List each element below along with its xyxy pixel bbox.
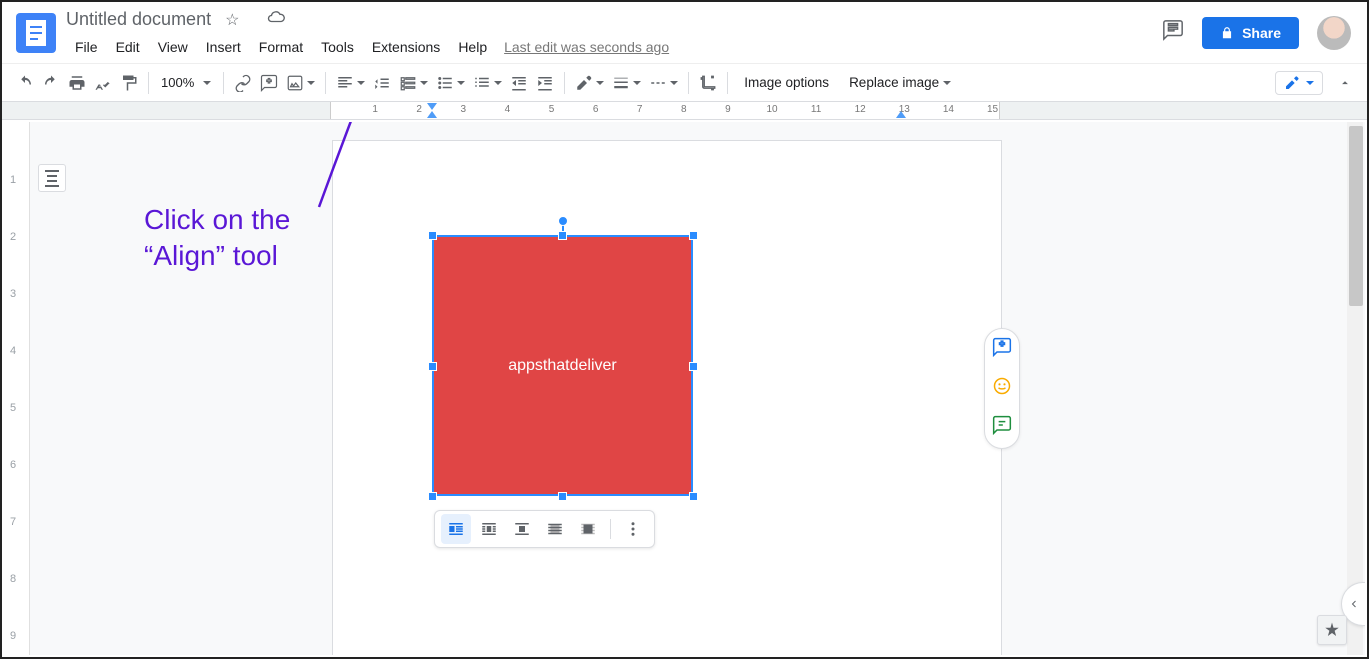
ruler-number: 6 <box>593 104 599 115</box>
vertical-ruler-number: 3 <box>10 288 16 300</box>
resize-handle-n[interactable] <box>558 231 567 240</box>
rotation-handle[interactable] <box>558 216 568 226</box>
vertical-ruler-number: 1 <box>10 174 16 186</box>
menu-view[interactable]: View <box>149 37 197 57</box>
wrap-inline-button[interactable] <box>441 514 471 544</box>
pencil-icon <box>1284 75 1300 91</box>
behind-text-button[interactable] <box>540 514 570 544</box>
ruler-number: 10 <box>766 104 777 115</box>
ruler-number: 8 <box>681 104 687 115</box>
ruler-number: 12 <box>855 104 866 115</box>
document-canvas: 1 2 3 4 5 6 7 8 9 appsthatdeliver <box>4 122 1365 655</box>
menu-format[interactable]: Format <box>250 37 312 57</box>
resize-handle-s[interactable] <box>558 492 567 501</box>
menu-insert[interactable]: Insert <box>197 37 250 57</box>
menu-tools[interactable]: Tools <box>312 37 363 57</box>
ruler-number: 9 <box>725 104 731 115</box>
annotation-arrow <box>284 122 404 222</box>
menu-extensions[interactable]: Extensions <box>363 37 449 57</box>
paint-format-button[interactable] <box>116 69 142 97</box>
menu-bar: File Edit View Insert Format Tools Exten… <box>66 35 1162 59</box>
ruler-number: 7 <box>637 104 643 115</box>
document-title[interactable]: Untitled document <box>66 9 211 30</box>
account-avatar[interactable] <box>1317 16 1351 50</box>
ruler-number: 1 <box>372 104 378 115</box>
image-watermark-text: appsthatdeliver <box>508 357 617 375</box>
cloud-status-icon[interactable] <box>267 8 285 31</box>
ruler-number: 2 <box>416 104 422 115</box>
horizontal-ruler[interactable]: 123456789101112131415 <box>2 102 1367 120</box>
document-outline-button[interactable] <box>38 164 66 192</box>
ruler-number: 5 <box>549 104 555 115</box>
image-more-options-button[interactable] <box>618 514 648 544</box>
increase-indent-button[interactable] <box>532 69 558 97</box>
open-comments-icon[interactable] <box>1162 19 1184 46</box>
ruler-number: 14 <box>943 104 954 115</box>
insert-link-button[interactable] <box>230 69 256 97</box>
last-edit-link[interactable]: Last edit was seconds ago <box>504 39 669 55</box>
ruler-number: 11 <box>811 104 821 115</box>
spellcheck-button[interactable] <box>90 69 116 97</box>
break-text-button[interactable] <box>507 514 537 544</box>
print-button[interactable] <box>64 69 90 97</box>
resize-handle-se[interactable] <box>689 492 698 501</box>
insert-image-button[interactable] <box>282 69 319 97</box>
collapse-toolbar-button[interactable] <box>1333 71 1357 95</box>
vertical-ruler-number: 4 <box>10 345 16 357</box>
vertical-ruler[interactable]: 1 2 3 4 5 6 7 8 9 <box>4 122 30 655</box>
editing-mode-button[interactable] <box>1275 71 1323 95</box>
vertical-ruler-number: 6 <box>10 459 16 471</box>
ruler-number: 4 <box>505 104 511 115</box>
selected-image[interactable]: appsthatdeliver <box>434 237 691 494</box>
checklist-button[interactable] <box>395 69 432 97</box>
numbered-list-button[interactable] <box>469 69 506 97</box>
vertical-ruler-number: 2 <box>10 231 16 243</box>
vertical-scrollbar-thumb[interactable] <box>1349 126 1363 306</box>
in-front-text-button[interactable] <box>573 514 603 544</box>
ruler-number: 3 <box>461 104 467 115</box>
ruler-number: 15 <box>987 104 998 115</box>
redo-button[interactable] <box>38 69 64 97</box>
docs-logo-icon[interactable] <box>16 13 56 53</box>
suggest-edits-icon[interactable] <box>992 415 1012 440</box>
crop-image-button[interactable] <box>695 69 721 97</box>
menu-help[interactable]: Help <box>449 37 496 57</box>
line-spacing-button[interactable] <box>369 69 395 97</box>
replace-image-button[interactable]: Replace image <box>839 69 961 97</box>
resize-handle-sw[interactable] <box>428 492 437 501</box>
add-emoji-icon[interactable] <box>992 376 1012 401</box>
explore-button[interactable] <box>1317 615 1347 645</box>
lock-icon <box>1220 26 1234 40</box>
resize-handle-nw[interactable] <box>428 231 437 240</box>
add-comment-button[interactable] <box>256 69 282 97</box>
menu-file[interactable]: File <box>66 37 107 57</box>
bulleted-list-button[interactable] <box>432 69 469 97</box>
add-comment-icon[interactable] <box>992 337 1012 362</box>
vertical-ruler-number: 5 <box>10 402 16 414</box>
titlebar: Untitled document ☆ File Edit View Inser… <box>2 2 1367 64</box>
vertical-ruler-number: 7 <box>10 516 16 528</box>
share-button[interactable]: Share <box>1202 17 1299 49</box>
resize-handle-ne[interactable] <box>689 231 698 240</box>
undo-button[interactable] <box>12 69 38 97</box>
menu-edit[interactable]: Edit <box>107 37 149 57</box>
border-dash-button[interactable] <box>645 69 682 97</box>
decrease-indent-button[interactable] <box>506 69 532 97</box>
resize-handle-w[interactable] <box>428 362 437 371</box>
vertical-ruler-number: 9 <box>10 630 16 642</box>
border-weight-button[interactable] <box>608 69 645 97</box>
vertical-ruler-number: 8 <box>10 573 16 585</box>
border-color-button[interactable] <box>571 69 608 97</box>
align-button[interactable] <box>332 69 369 97</box>
image-options-button[interactable]: Image options <box>734 69 839 97</box>
wrap-text-button[interactable] <box>474 514 504 544</box>
resize-handle-e[interactable] <box>689 362 698 371</box>
star-icon[interactable]: ☆ <box>225 10 239 30</box>
share-button-label: Share <box>1242 25 1281 41</box>
zoom-select[interactable]: 100% <box>155 69 217 97</box>
image-layout-toolbar <box>434 510 655 548</box>
contextual-comment-bar <box>984 328 1020 449</box>
main-toolbar: 100% Image options Replace image <box>2 64 1367 102</box>
annotation-text: Click on the “Align” tool <box>144 202 290 275</box>
